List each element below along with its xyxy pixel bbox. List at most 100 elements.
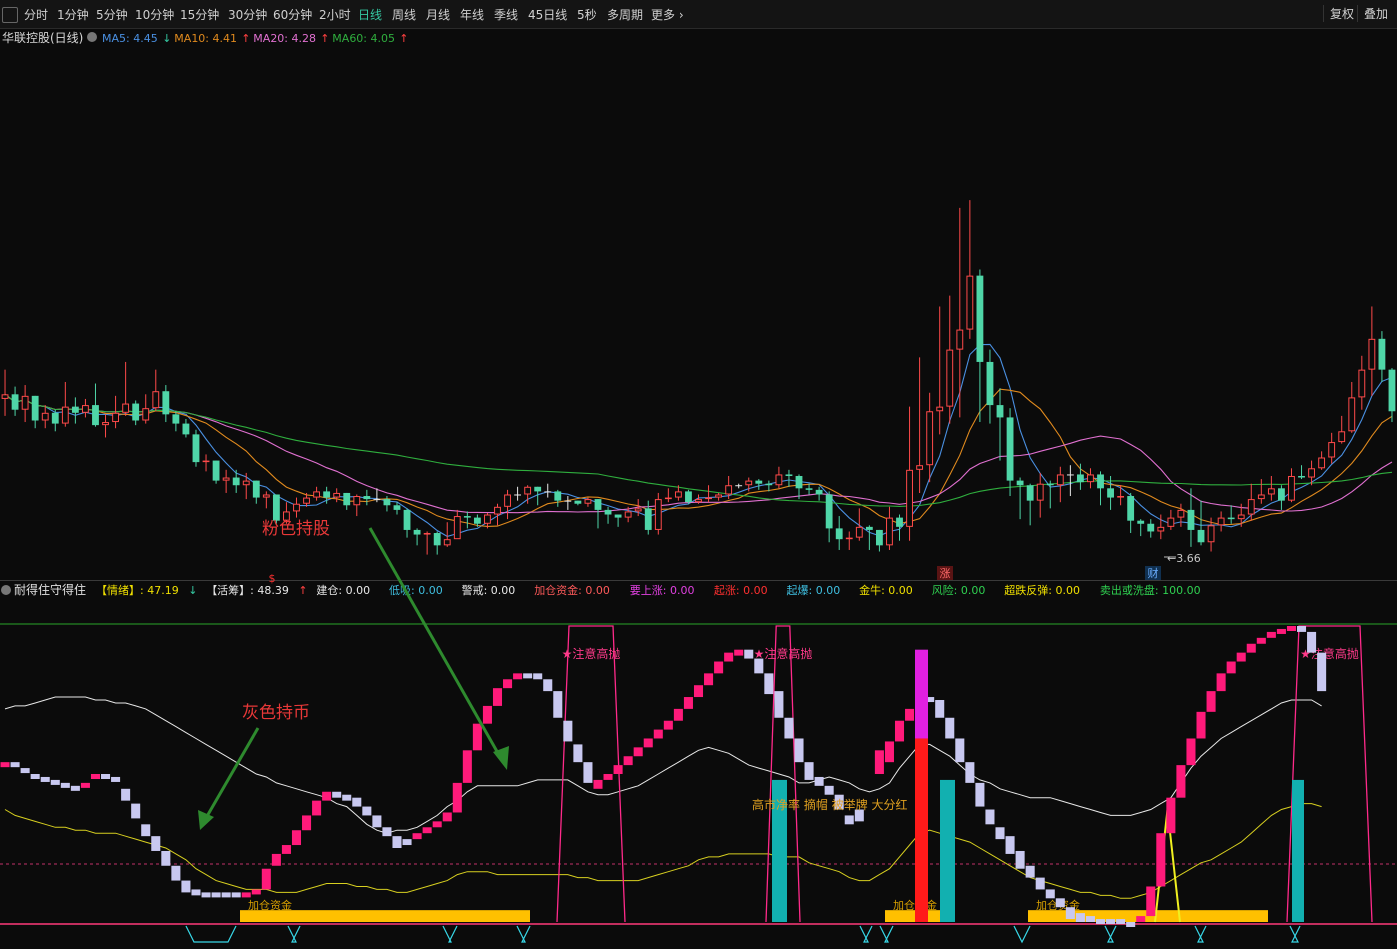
indicator-brick bbox=[1075, 913, 1085, 922]
gray-arrow-head bbox=[198, 810, 214, 830]
candle-body bbox=[594, 499, 602, 510]
candle bbox=[162, 385, 170, 423]
main-title: 华联控股(日线) bbox=[2, 31, 83, 45]
candle bbox=[1338, 415, 1346, 444]
candle bbox=[604, 506, 612, 524]
indicator-brick bbox=[422, 827, 432, 834]
indicator-brick bbox=[874, 750, 884, 774]
candle bbox=[1137, 519, 1145, 537]
indicator-brick bbox=[1085, 916, 1095, 922]
indicator-brick bbox=[1186, 738, 1196, 766]
indicator-brick bbox=[332, 791, 342, 798]
indicator-brick bbox=[121, 788, 131, 801]
candle bbox=[363, 489, 371, 506]
indicator-brick bbox=[40, 776, 50, 782]
teal-bar bbox=[1292, 779, 1304, 922]
candle bbox=[835, 516, 843, 550]
candle-body bbox=[1388, 369, 1396, 412]
teal-bar bbox=[940, 779, 955, 922]
indicator-brick bbox=[382, 827, 392, 837]
indicator-brick bbox=[573, 744, 583, 763]
candle-body bbox=[1217, 517, 1225, 526]
indicator-brick bbox=[653, 729, 663, 739]
candle-body bbox=[1157, 526, 1165, 532]
candle-body bbox=[514, 494, 522, 496]
indicator-brick bbox=[814, 776, 824, 786]
candle-body bbox=[1016, 480, 1024, 486]
candle-body bbox=[31, 395, 39, 421]
candle-body bbox=[886, 517, 893, 546]
candle bbox=[1056, 466, 1064, 503]
candle-body bbox=[1107, 488, 1114, 498]
indicator-legend-item: 卖出或洗盘: 100.00 bbox=[1100, 583, 1201, 597]
candle bbox=[1016, 477, 1024, 520]
indicator-legend-item: 要上涨: 0.00 bbox=[630, 584, 695, 597]
candle-body bbox=[1308, 468, 1315, 478]
indicator-brick bbox=[412, 833, 422, 840]
ma60-line bbox=[4, 393, 1393, 507]
candle bbox=[1257, 479, 1265, 504]
candle bbox=[71, 397, 79, 424]
indicator-brick bbox=[452, 782, 462, 813]
candle-body bbox=[564, 500, 572, 502]
indicator-legend-item: 建仓: 0.00 bbox=[316, 583, 370, 597]
indicator-brick bbox=[442, 812, 452, 822]
candle bbox=[976, 269, 984, 423]
indicator-brick bbox=[322, 791, 332, 801]
candle-body bbox=[262, 494, 270, 498]
candle bbox=[1087, 468, 1094, 489]
indicator-brick bbox=[80, 782, 90, 788]
indicator-brick bbox=[563, 720, 573, 742]
candle bbox=[232, 469, 240, 493]
ma-legend-item: MA60: 4.05 bbox=[332, 32, 395, 45]
indicator-brick bbox=[492, 688, 503, 706]
add-fund-label: 加仓资金 bbox=[248, 898, 292, 912]
zhang-mark: 涨 bbox=[940, 567, 951, 580]
indicator-brick bbox=[593, 779, 603, 789]
indicator-brick bbox=[1005, 836, 1015, 854]
indicator-brick bbox=[1136, 916, 1146, 922]
candle-body bbox=[1117, 496, 1125, 498]
indicator-brick bbox=[211, 892, 221, 898]
indicator-brick bbox=[1106, 919, 1116, 925]
bottom-signal bbox=[1194, 925, 1207, 943]
candle-body bbox=[785, 474, 793, 476]
indicator-brick bbox=[1025, 865, 1035, 878]
candle bbox=[916, 357, 924, 493]
candle bbox=[1247, 483, 1255, 521]
candle bbox=[21, 385, 29, 423]
candle-body bbox=[1348, 397, 1356, 432]
candle-body bbox=[1187, 509, 1195, 530]
candle-body bbox=[1127, 496, 1135, 521]
indicator-brick bbox=[724, 652, 734, 662]
candle-body bbox=[1207, 525, 1215, 543]
candle bbox=[1167, 509, 1175, 530]
candle bbox=[202, 454, 210, 472]
indicator-brick bbox=[171, 865, 181, 881]
ma-legend-item: MA10: 4.41 bbox=[174, 32, 237, 45]
candle-body bbox=[996, 405, 1004, 418]
candle bbox=[1328, 432, 1336, 464]
candle bbox=[413, 528, 421, 546]
stock-chart[interactable]: 华联控股(日线) MA5: 4.45 ↓ MA10: 4.41 ↑ MA20: 4.28 ↑… bbox=[0, 0, 1397, 949]
indicator-brick bbox=[663, 720, 673, 730]
candle-body bbox=[1066, 474, 1074, 476]
indicator-brick bbox=[1286, 626, 1296, 631]
indicator-brick bbox=[804, 762, 814, 780]
indicator-brick bbox=[131, 803, 141, 819]
candle-body bbox=[1237, 514, 1245, 520]
candle-body bbox=[1328, 442, 1336, 458]
candle-body bbox=[1087, 474, 1094, 483]
indicator-legend-item: 超跌反弹: 0.00 bbox=[1004, 583, 1080, 597]
candle-body bbox=[82, 405, 89, 413]
indicator-brick bbox=[844, 815, 854, 825]
candle bbox=[1388, 368, 1396, 423]
candle bbox=[1358, 355, 1366, 410]
candle-body bbox=[172, 414, 180, 424]
indicator-brick bbox=[824, 785, 834, 795]
candle-body bbox=[413, 529, 421, 535]
candle-body bbox=[232, 477, 240, 486]
candle-body bbox=[916, 465, 924, 470]
candle-body bbox=[162, 391, 170, 415]
indicator-brick bbox=[744, 649, 754, 659]
